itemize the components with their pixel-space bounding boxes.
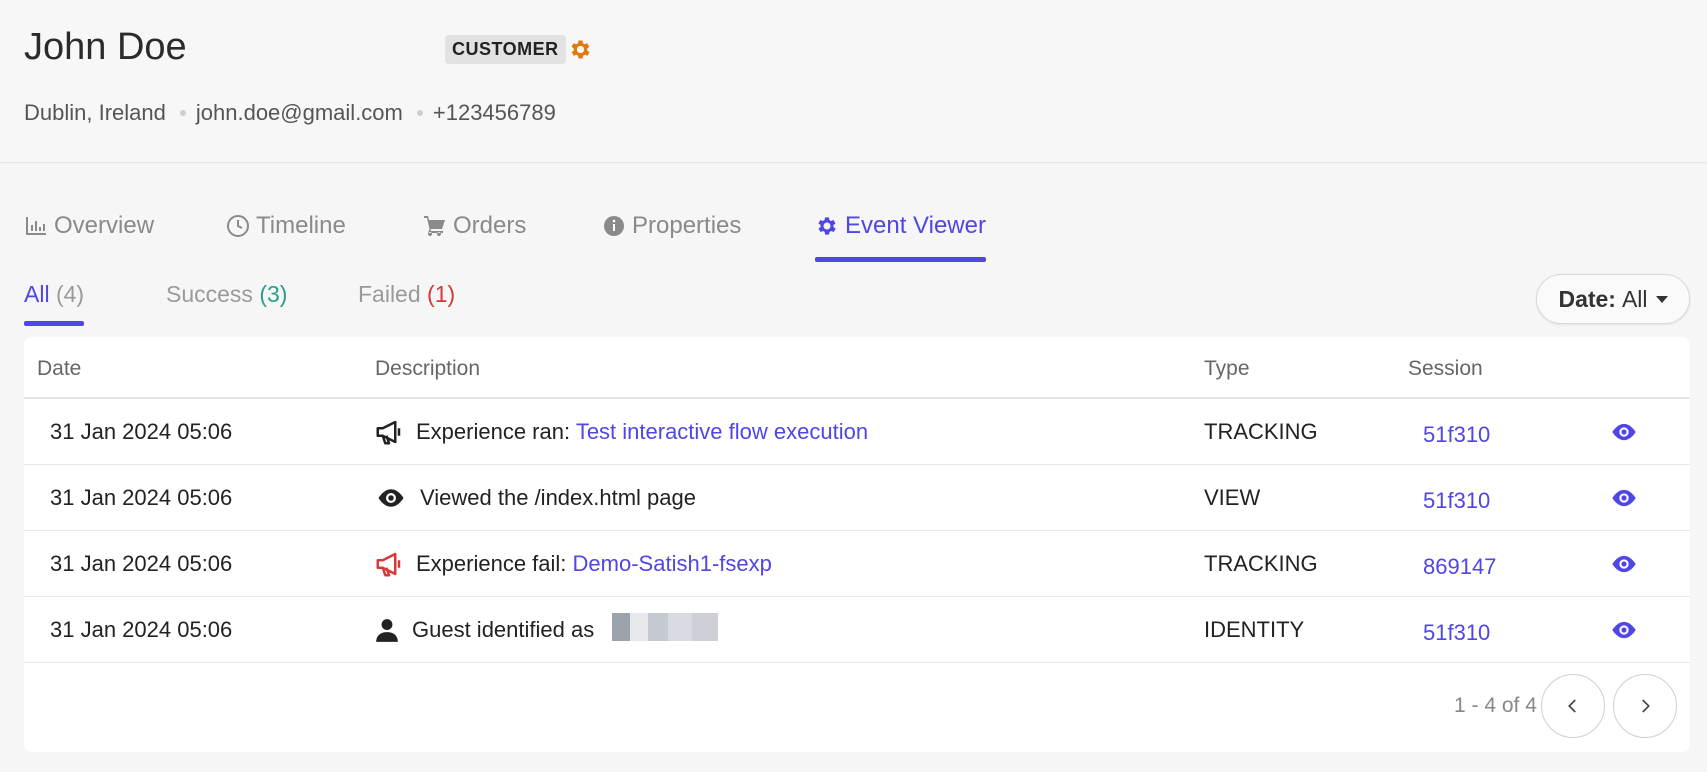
profile-header: John Doe CUSTOMER Dublin, Ireland john.d…: [0, 0, 1707, 163]
event-text: Experience fail:: [416, 551, 567, 576]
eye-icon: [1612, 621, 1636, 639]
event-type: TRACKING: [1204, 419, 1318, 444]
subtab-all[interactable]: All (4): [24, 281, 85, 326]
event-description: Experience fail: Demo-Satish1-fsexp: [374, 531, 772, 597]
chevron-right-icon: [1642, 699, 1650, 713]
event-type: VIEW: [1204, 485, 1261, 510]
subtab-label: Failed: [358, 281, 421, 307]
eye-icon: [1612, 555, 1636, 573]
eye-icon: [1612, 423, 1636, 441]
tab-label: Properties: [632, 212, 742, 239]
subtab-count: (4): [55, 281, 85, 307]
experience-link[interactable]: Demo-Satish1-fsexp: [573, 551, 772, 576]
pagination-summary: 1 - 4 of 4: [1454, 694, 1537, 717]
table-row: 31 Jan 2024 05:06 Experience fail: Demo-…: [24, 531, 1690, 597]
cart-icon: [424, 216, 445, 237]
phone-text[interactable]: +123456789: [433, 100, 556, 126]
redacted-identity: [612, 613, 719, 647]
main-tabs: Overview Timeline Orders Properties Even…: [0, 212, 1707, 262]
gear-icon: [818, 217, 836, 235]
event-description: Guest identified as: [374, 597, 719, 663]
tab-label: Timeline: [256, 212, 346, 239]
session-link[interactable]: 51f310: [1423, 399, 1490, 465]
column-header-date[interactable]: Date: [37, 357, 81, 381]
session-link[interactable]: 51f310: [1423, 597, 1490, 663]
tab-overview[interactable]: Overview: [24, 212, 154, 262]
tab-properties[interactable]: Properties: [602, 212, 741, 262]
view-event-button[interactable]: [1610, 465, 1638, 531]
table-row: 31 Jan 2024 05:06 Viewed the /index.html…: [24, 465, 1690, 531]
events-table: Date Description Type Session 31 Jan 202…: [24, 337, 1690, 752]
view-event-button[interactable]: [1610, 531, 1638, 597]
date-filter-dropdown[interactable]: Date: All: [1536, 274, 1690, 324]
view-event-button[interactable]: [1610, 597, 1638, 663]
subtab-failed[interactable]: Failed (1): [358, 281, 455, 326]
event-date: 31 Jan 2024 05:06: [50, 617, 233, 642]
location-text: Dublin, Ireland: [24, 100, 166, 125]
experience-link[interactable]: Test interactive flow execution: [576, 419, 868, 444]
date-filter-value: All: [1621, 285, 1648, 312]
tab-orders[interactable]: Orders: [423, 212, 526, 262]
user-icon: [376, 619, 398, 642]
event-text: Experience ran:: [416, 419, 571, 444]
eye-icon: [378, 489, 404, 507]
event-text: Guest identified as: [412, 617, 595, 642]
event-type: TRACKING: [1204, 551, 1318, 576]
megaphone-red-icon: [376, 552, 401, 577]
subtab-label: Success: [166, 281, 253, 307]
event-text: Viewed the /index.html page: [420, 485, 696, 510]
table-row: 31 Jan 2024 05:06 Experience ran: Test i…: [24, 399, 1690, 465]
subtab-count: (1): [427, 281, 456, 307]
tab-label: Orders: [453, 212, 527, 239]
info-icon: [604, 216, 624, 236]
eye-icon: [1612, 489, 1636, 507]
tab-label: Event Viewer: [845, 212, 986, 239]
event-date: 31 Jan 2024 05:06: [50, 419, 233, 444]
event-date: 31 Jan 2024 05:06: [50, 485, 233, 510]
profile-name: John Doe: [24, 26, 187, 68]
column-header-session: Session: [1408, 357, 1483, 380]
subtab-success[interactable]: Success (3): [166, 281, 287, 326]
next-page-button[interactable]: [1613, 674, 1677, 738]
status-filter-tabs: All (4) Success (3) Failed (1): [0, 281, 1707, 326]
caret-down-icon: [1655, 295, 1668, 303]
tab-label: Overview: [54, 212, 155, 239]
event-description: Experience ran: Test interactive flow ex…: [374, 399, 868, 465]
previous-page-button[interactable]: [1541, 674, 1605, 738]
chevron-left-icon: [1568, 699, 1576, 713]
bar-chart-icon: [26, 217, 46, 235]
table-header: Date Description Type Session: [24, 337, 1690, 399]
clock-icon: [227, 215, 249, 237]
tab-event-viewer[interactable]: Event Viewer: [815, 212, 986, 262]
separator-dot: [416, 110, 423, 116]
subtab-label: All: [24, 281, 50, 307]
email-text[interactable]: john.doe@gmail.com: [196, 100, 403, 126]
session-link[interactable]: 869147: [1423, 531, 1496, 597]
customer-badge: CUSTOMER: [445, 35, 566, 64]
event-type: IDENTITY: [1204, 617, 1305, 642]
event-date: 31 Jan 2024 05:06: [50, 551, 233, 576]
separator-dot: [179, 110, 186, 116]
column-header-type: Type: [1204, 357, 1250, 380]
view-event-button[interactable]: [1610, 399, 1638, 465]
megaphone-icon: [376, 420, 401, 445]
session-link[interactable]: 51f310: [1423, 465, 1490, 531]
gear-icon[interactable]: [568, 37, 593, 62]
subtab-count: (3): [259, 281, 288, 307]
tab-timeline[interactable]: Timeline: [226, 212, 346, 262]
event-description: Viewed the /index.html page: [374, 465, 696, 531]
column-header-description: Description: [375, 357, 481, 380]
date-filter-label: Date:: [1558, 285, 1616, 312]
contact-line: Dublin, Ireland john.doe@gmail.com +1234…: [24, 100, 556, 126]
table-row: 31 Jan 2024 05:06 Guest identified as ID…: [24, 597, 1690, 663]
